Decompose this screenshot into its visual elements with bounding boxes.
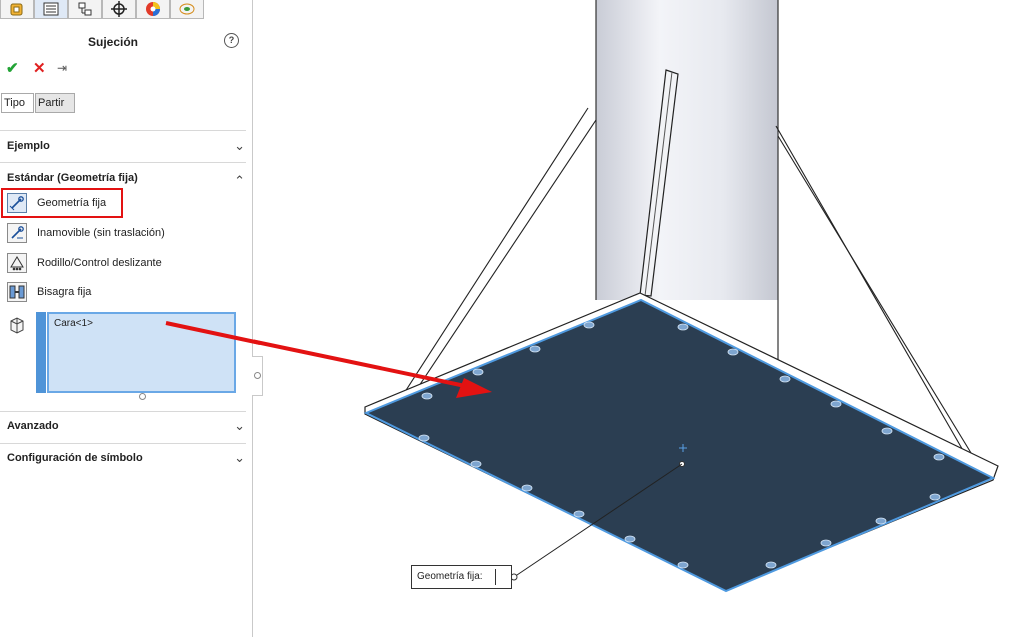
- bolt-hole: [529, 345, 541, 353]
- bolt-hole: [521, 484, 533, 492]
- section-header-simbolo[interactable]: Configuración de símbolo ⌄: [7, 450, 245, 466]
- bolt-hole: [421, 392, 433, 400]
- fixture-callout[interactable]: Geometría fija:: [411, 565, 512, 589]
- chevron-down-icon[interactable]: ⌄: [234, 450, 245, 466]
- section-label: Avanzado: [7, 420, 59, 432]
- bolt-hole: [677, 561, 689, 569]
- bolt-hole: [727, 348, 739, 356]
- divider: [0, 411, 246, 412]
- callout-label: Geometría fija:: [417, 571, 483, 582]
- bolt-hole: [820, 539, 832, 547]
- bolt-hole: [933, 453, 945, 461]
- bolt-hole: [929, 493, 941, 501]
- callout-divider: [495, 569, 496, 585]
- bolt-hole: [779, 375, 791, 383]
- bolt-hole: [470, 460, 482, 468]
- section-label: Configuración de símbolo: [7, 452, 143, 464]
- bolt-hole: [677, 323, 689, 331]
- section-header-avanzado[interactable]: Avanzado ⌄: [7, 418, 245, 434]
- bolt-hole: [472, 368, 484, 376]
- bolt-hole: [418, 434, 430, 442]
- bolt-hole: [583, 321, 595, 329]
- annotation-arrow-tail: [165, 321, 260, 345]
- list-resize-handle[interactable]: [139, 393, 146, 400]
- bolt-hole: [573, 510, 585, 518]
- bolt-hole: [624, 535, 636, 543]
- graphics-viewport[interactable]: [254, 0, 1024, 637]
- selected-face[interactable]: [363, 298, 996, 593]
- bolt-hole: [875, 517, 887, 525]
- divider: [0, 443, 246, 444]
- bolt-hole: [881, 427, 893, 435]
- bolt-hole: [830, 400, 842, 408]
- bolt-hole: [765, 561, 777, 569]
- chevron-down-icon[interactable]: ⌄: [234, 418, 245, 434]
